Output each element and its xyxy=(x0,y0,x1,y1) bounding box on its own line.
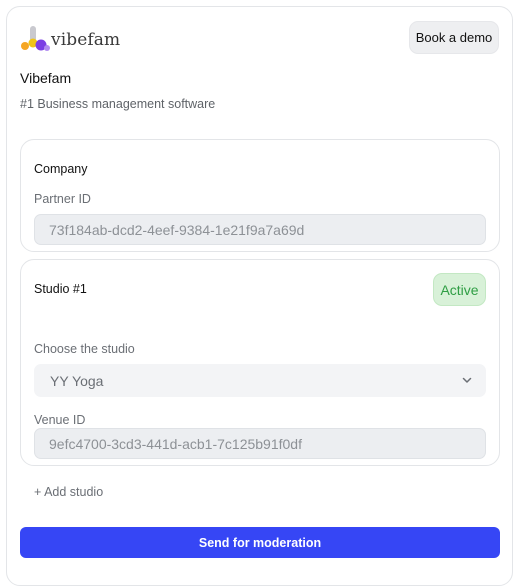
add-studio-link[interactable]: + Add studio xyxy=(34,485,103,499)
venue-id-field[interactable]: 9efc4700-3cd3-441d-acb1-7c125b91f0df xyxy=(34,428,486,459)
company-section: Company Partner ID 73f184ab-dcd2-4eef-93… xyxy=(20,139,500,252)
brand-logo: vibefam xyxy=(20,25,120,53)
choose-studio-label: Choose the studio xyxy=(34,342,135,356)
studio-select-value: YY Yoga xyxy=(50,372,104,389)
send-for-moderation-button[interactable]: Send for moderation xyxy=(20,527,500,558)
vibefam-logo-icon xyxy=(21,26,50,51)
page-title: Vibefam xyxy=(20,70,72,86)
page-subtitle: #1 Business management software xyxy=(20,97,216,111)
partner-id-field[interactable]: 73f184ab-dcd2-4eef-9384-1e21f9a7a69d xyxy=(34,214,486,245)
venue-id-label: Venue ID xyxy=(34,413,86,427)
logo-text: vibefam xyxy=(51,29,121,50)
status-badge: Active xyxy=(433,273,486,306)
company-title: Company xyxy=(34,162,88,176)
studio-section: Studio #1 Active Choose the studio YY Yo… xyxy=(20,259,500,466)
chevron-down-icon xyxy=(462,377,472,383)
book-demo-button[interactable]: Book a demo xyxy=(409,21,499,54)
form-card: vibefam Book a demo Vibefam #1 Business … xyxy=(6,6,513,586)
studio-select[interactable]: YY Yoga xyxy=(34,364,486,397)
partner-id-label: Partner ID xyxy=(34,192,91,206)
studio-title: Studio #1 xyxy=(34,282,87,296)
